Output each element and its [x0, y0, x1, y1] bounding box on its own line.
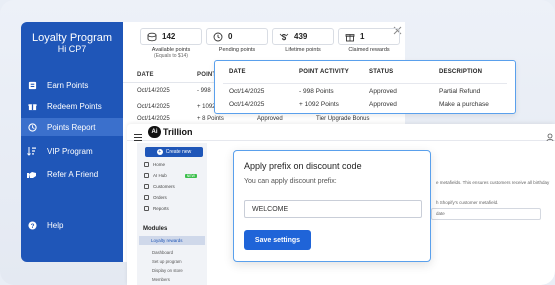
stat-label: Claimed rewards — [348, 47, 390, 53]
menu-orders[interactable]: Orders — [144, 195, 167, 200]
date-field[interactable]: date — [431, 208, 541, 220]
submenu-members[interactable]: Members — [152, 277, 170, 282]
date-field-value: date — [436, 211, 445, 216]
pending-coins-icon — [213, 32, 223, 41]
create-new-label: Create new — [165, 149, 192, 155]
report-row-points: - 998 — [197, 88, 211, 94]
loyalty-title: Loyalty Program — [31, 32, 113, 44]
stat-value: 0 — [228, 32, 233, 41]
reports-icon — [144, 206, 149, 211]
stat-value: 1 — [360, 32, 365, 41]
report-header-date: DATE — [137, 72, 154, 78]
nav-refer-friend[interactable]: Refer A Friend — [21, 165, 123, 183]
new-badge: NEW — [184, 173, 197, 178]
cell-status: Approved — [369, 101, 397, 108]
save-settings-button[interactable]: Save settings — [244, 230, 311, 250]
stat-sublabel: (Equals to $14) — [154, 53, 188, 59]
cell-point-activity: + 1092 Points — [299, 101, 339, 108]
cell-description: Make a purchase — [439, 101, 489, 108]
dollar-icon: $ — [279, 33, 289, 42]
col-status: STATUS — [369, 69, 394, 75]
stat-value: 439 — [294, 32, 308, 41]
svg-text:$: $ — [282, 33, 287, 42]
col-point-activity: POINT ACTIVITY — [299, 69, 349, 75]
submenu-display-on-store[interactable]: Display on store — [152, 268, 183, 273]
stat-label: Pending points — [218, 47, 256, 53]
aitrillion-logo-text: Trillion — [163, 127, 193, 137]
report-row-description: Tier Upgrade Bonus — [316, 116, 370, 122]
customers-icon — [144, 184, 149, 189]
plus-icon: + — [156, 149, 163, 155]
nav-label: Redeem Points — [47, 101, 102, 111]
home-icon — [144, 162, 149, 167]
stat-value: 142 — [162, 32, 176, 41]
col-date: DATE — [229, 69, 246, 75]
report-row-points: + 1092 — [197, 104, 216, 110]
menu-customers[interactable]: Customers — [144, 184, 175, 189]
dialog-title: Apply prefix on discount code — [244, 161, 362, 171]
menu-loyalty-rewards[interactable]: Loyalty rewards — [139, 236, 205, 245]
modules-heading: Modules — [143, 226, 168, 232]
menu-ai-hub[interactable]: AI Hub NEW — [144, 173, 197, 178]
cell-date: Oct/14/2025 — [229, 88, 265, 95]
submenu-setup-program[interactable]: Set up program — [152, 259, 182, 264]
nav-label: Points Report — [47, 122, 96, 132]
menu-label: AI Hub — [153, 173, 167, 178]
aitrillion-logo-mark: Ai — [148, 126, 161, 138]
gift-icon — [27, 101, 37, 111]
menu-label: Reports — [153, 206, 169, 211]
metafield-note-2: h Shopify's customer metafield. — [436, 200, 499, 205]
menu-label: Home — [153, 162, 166, 167]
report-row-date: Oct/14/2025 — [137, 88, 170, 94]
earn-points-icon — [27, 80, 37, 90]
ai-hub-icon — [144, 173, 149, 178]
clock-icon — [27, 122, 37, 132]
report-row-status: Approved — [257, 116, 283, 122]
menu-label: Customers — [153, 184, 175, 189]
divider — [223, 83, 507, 84]
account-icon[interactable] — [546, 128, 554, 146]
report-row-date: Oct/14/2025 — [137, 104, 170, 110]
report-row-points: + 8 Points — [197, 116, 224, 122]
nav-redeem-points[interactable]: Redeem Points — [21, 97, 123, 115]
create-new-button[interactable]: + Create new — [145, 147, 203, 157]
nav-points-report[interactable]: Points Report — [21, 118, 123, 136]
nav-label: Refer A Friend — [47, 169, 99, 179]
svg-text:?: ? — [30, 222, 34, 229]
menu-label: Orders — [153, 195, 167, 200]
reward-icon — [345, 33, 355, 41]
coins-icon — [147, 32, 157, 41]
stat-label: Lifetime points — [285, 47, 321, 53]
metafield-note: e metafields. This ensures customers rec… — [436, 180, 550, 185]
submenu-dashboard[interactable]: Dashboard — [152, 250, 173, 255]
sort-icon — [27, 146, 37, 156]
handshake-icon — [27, 169, 37, 179]
cell-description: Partial Refund — [439, 88, 481, 95]
menu-home[interactable]: Home — [144, 162, 165, 167]
dialog-subtitle: You can apply discount prefix: — [244, 178, 337, 185]
col-description: DESCRIPTION — [439, 69, 483, 75]
nav-help[interactable]: ? Help — [21, 216, 123, 234]
nav-label: Help — [47, 220, 64, 230]
nav-label: VIP Program — [47, 146, 93, 156]
nav-vip-program[interactable]: VIP Program — [21, 142, 123, 160]
orders-icon — [144, 195, 149, 200]
loyalty-sidebar: Loyalty Program Hi CP7 Earn Points Redee… — [21, 22, 123, 262]
cell-status: Approved — [369, 88, 397, 95]
help-icon: ? — [27, 220, 37, 230]
cell-point-activity: - 998 Points — [299, 88, 334, 95]
prefix-input[interactable]: WELCOME — [244, 200, 422, 218]
prefix-dialog: Apply prefix on discount code You can ap… — [233, 150, 431, 262]
report-row-date: Oct/14/2025 — [137, 116, 170, 122]
nav-label: Earn Points — [47, 80, 89, 90]
scene: Loyalty Program Hi CP7 Earn Points Redee… — [0, 0, 555, 285]
nav-earn-points[interactable]: Earn Points — [21, 76, 123, 94]
points-activity-table: DATE POINT ACTIVITY STATUS DESCRIPTION O… — [214, 60, 516, 114]
loyalty-greeting: Hi CP7 — [57, 44, 87, 54]
menu-reports[interactable]: Reports — [144, 206, 169, 211]
cell-date: Oct/14/2025 — [229, 101, 265, 108]
